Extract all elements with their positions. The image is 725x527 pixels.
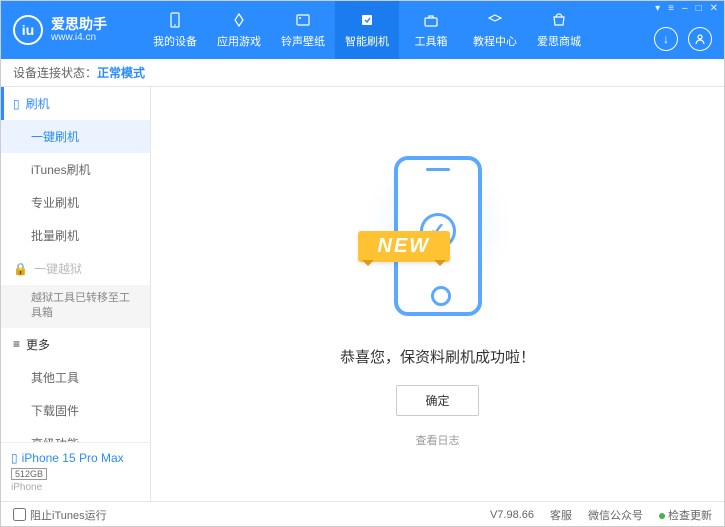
app-header: iu 爱思助手 www.i4.cn 我的设备 应用游戏 铃声壁纸 智能刷机 工具… [1, 1, 724, 59]
ok-button[interactable]: 确定 [396, 385, 478, 416]
sidebar-group-flash[interactable]: ▯ 刷机 [1, 87, 150, 120]
success-illustration: ✓ NEW [358, 141, 518, 331]
skin-icon[interactable]: ▾ [655, 3, 660, 14]
window-controls: ▾ ≡ – □ ✕ [655, 3, 718, 14]
nav-label: 教程中心 [473, 33, 517, 49]
status-bar: 设备连接状态： 正常模式 [1, 59, 724, 87]
apps-icon [230, 11, 248, 29]
sidebar-item-advanced[interactable]: 高级功能 [1, 427, 150, 442]
app-name: 爱思助手 [51, 16, 107, 33]
sidebar-group-jailbreak: 🔒 一键越狱 [1, 252, 150, 285]
device-info: ▯ iPhone 15 Pro Max 512GB iPhone [1, 442, 150, 501]
device-type: iPhone [11, 482, 140, 493]
toolbox-icon [422, 11, 440, 29]
lock-icon: 🔒 [13, 262, 28, 276]
maximize-icon[interactable]: □ [696, 3, 702, 14]
app-body: ▯ 刷机 一键刷机 iTunes刷机 专业刷机 批量刷机 🔒 一键越狱 越狱工具… [1, 87, 724, 501]
footer-update[interactable]: 检查更新 [659, 507, 712, 523]
group-label: 刷机 [26, 95, 50, 112]
view-log-link[interactable]: 查看日志 [416, 432, 460, 448]
new-ribbon: NEW [358, 231, 451, 262]
nav-toolbox[interactable]: 工具箱 [399, 1, 463, 59]
footer: 阻止iTunes运行 V7.98.66 客服 微信公众号 检查更新 [1, 501, 724, 527]
checkbox-input[interactable] [13, 508, 26, 521]
nav-store[interactable]: 爱思商城 [527, 1, 591, 59]
update-label: 检查更新 [668, 510, 712, 522]
nav-flash[interactable]: 智能刷机 [335, 1, 399, 59]
green-dot-icon [659, 513, 665, 519]
nav-my-device[interactable]: 我的设备 [143, 1, 207, 59]
download-button[interactable]: ↓ [654, 27, 678, 51]
sidebar-item-batch[interactable]: 批量刷机 [1, 219, 150, 252]
nav-ringtones[interactable]: 铃声壁纸 [271, 1, 335, 59]
jailbreak-note: 越狱工具已转移至工具箱 [1, 285, 150, 328]
sidebar: ▯ 刷机 一键刷机 iTunes刷机 专业刷机 批量刷机 🔒 一键越狱 越狱工具… [1, 87, 151, 501]
phone-tiny-icon: ▯ [11, 451, 18, 465]
footer-support[interactable]: 客服 [550, 507, 572, 523]
nav-tutorials[interactable]: 教程中心 [463, 1, 527, 59]
hat-icon [486, 11, 504, 29]
status-mode: 正常模式 [97, 64, 145, 81]
list-icon: ≡ [13, 337, 20, 351]
nav-apps[interactable]: 应用游戏 [207, 1, 271, 59]
sidebar-list: ▯ 刷机 一键刷机 iTunes刷机 专业刷机 批量刷机 🔒 一键越狱 越狱工具… [1, 87, 150, 442]
flash-icon [358, 11, 376, 29]
logo-text: 爱思助手 www.i4.cn [51, 16, 107, 45]
group-label: 一键越狱 [34, 260, 82, 277]
device-name-text: iPhone 15 Pro Max [22, 451, 124, 465]
user-button[interactable] [688, 27, 712, 51]
image-icon [294, 11, 312, 29]
menu-icon[interactable]: ≡ [668, 3, 674, 14]
nav-label: 智能刷机 [345, 33, 389, 49]
sidebar-item-download[interactable]: 下载固件 [1, 394, 150, 427]
footer-left: 阻止iTunes运行 [13, 507, 107, 523]
nav-label: 我的设备 [153, 33, 197, 49]
header-right: ↓ [654, 27, 712, 51]
phone-small-icon: ▯ [13, 97, 20, 111]
sidebar-group-more[interactable]: ≡ 更多 [1, 328, 150, 361]
footer-wechat[interactable]: 微信公众号 [588, 507, 643, 523]
phone-icon [166, 11, 184, 29]
main-content: ✓ NEW 恭喜您，保资料刷机成功啦！ 确定 查看日志 [151, 87, 724, 501]
footer-right: V7.98.66 客服 微信公众号 检查更新 [490, 507, 712, 523]
app-url: www.i4.cn [51, 32, 107, 44]
close-icon[interactable]: ✕ [710, 3, 718, 14]
nav-label: 应用游戏 [217, 33, 261, 49]
success-message: 恭喜您，保资料刷机成功啦！ [340, 346, 535, 367]
device-storage: 512GB [11, 468, 47, 480]
sidebar-item-other[interactable]: 其他工具 [1, 361, 150, 394]
version-label: V7.98.66 [490, 509, 534, 521]
logo-area: iu 爱思助手 www.i4.cn [13, 15, 143, 45]
nav-label: 爱思商城 [537, 33, 581, 49]
logo-icon: iu [13, 15, 43, 45]
nav-label: 铃声壁纸 [281, 33, 325, 49]
sidebar-item-oneclick[interactable]: 一键刷机 [1, 120, 150, 153]
sidebar-item-pro[interactable]: 专业刷机 [1, 186, 150, 219]
sidebar-item-itunes[interactable]: iTunes刷机 [1, 153, 150, 186]
minimize-icon[interactable]: – [682, 3, 688, 14]
nav-label: 工具箱 [415, 33, 448, 49]
group-label: 更多 [26, 336, 50, 353]
device-name[interactable]: ▯ iPhone 15 Pro Max [11, 451, 140, 465]
store-icon [550, 11, 568, 29]
status-label: 设备连接状态： [13, 64, 97, 81]
block-itunes-label: 阻止iTunes运行 [30, 507, 107, 523]
block-itunes-checkbox[interactable]: 阻止iTunes运行 [13, 507, 107, 523]
top-nav: 我的设备 应用游戏 铃声壁纸 智能刷机 工具箱 教程中心 爱思商城 [143, 1, 591, 59]
